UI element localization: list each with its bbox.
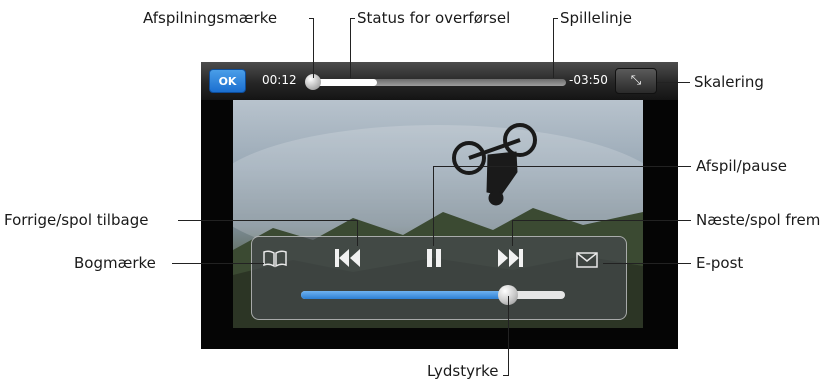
scale-icon: ⤡	[630, 73, 642, 88]
leader-next-h	[512, 220, 691, 221]
leader-play-pause-h	[433, 166, 691, 167]
leader-previous-v	[357, 220, 358, 246]
remaining-time: -03:50	[569, 73, 608, 87]
ok-button[interactable]: OK	[209, 69, 246, 93]
leader-scale	[657, 82, 690, 83]
volume-level	[301, 291, 507, 299]
bookmark-icon[interactable]	[261, 250, 289, 272]
next-icon[interactable]	[494, 246, 526, 274]
callout-next: Næste/spol frem	[696, 211, 821, 229]
volume-slider[interactable]	[301, 291, 565, 299]
scale-button[interactable]: ⤡	[615, 68, 657, 94]
callout-download-status: Status for overførsel	[357, 9, 511, 27]
leader-scrubber	[553, 18, 554, 78]
leader-playhead-tick	[309, 18, 314, 19]
pause-icon[interactable]	[423, 246, 445, 274]
video-player: OK 00:12 -03:50 ⤡	[201, 62, 678, 349]
scrubber-track[interactable]	[314, 79, 566, 86]
leader-play-pause-v	[433, 166, 434, 246]
leader-download	[350, 18, 351, 78]
leader-previous-h	[178, 220, 358, 221]
previous-icon[interactable]	[332, 246, 364, 274]
callout-bookmark: Bogmærke	[74, 254, 156, 272]
leader-scrubber-tick	[553, 18, 558, 19]
callout-playhead: Afspilningsmærke	[143, 9, 278, 27]
leader-bookmark	[172, 263, 264, 264]
leader-playhead	[313, 18, 314, 78]
player-top-bar: OK 00:12 -03:50 ⤡	[201, 62, 678, 100]
elapsed-time: 00:12	[262, 73, 297, 87]
callout-scale: Skalering	[694, 73, 764, 91]
leader-next-v	[512, 220, 513, 246]
leader-volume-tick	[503, 375, 509, 376]
callout-scrubber: Spillelinje	[560, 9, 633, 27]
callout-volume: Lydstyrke	[427, 362, 499, 380]
callout-previous: Forrige/spol tilbage	[4, 211, 149, 229]
callout-email: E-post	[696, 254, 744, 272]
leader-email	[603, 263, 691, 264]
envelope-icon[interactable]	[574, 252, 600, 272]
callout-play-pause: Afspil/pause	[696, 157, 787, 175]
leader-volume-v	[508, 296, 509, 376]
leader-download-tick	[350, 18, 355, 19]
download-progress	[314, 79, 377, 86]
